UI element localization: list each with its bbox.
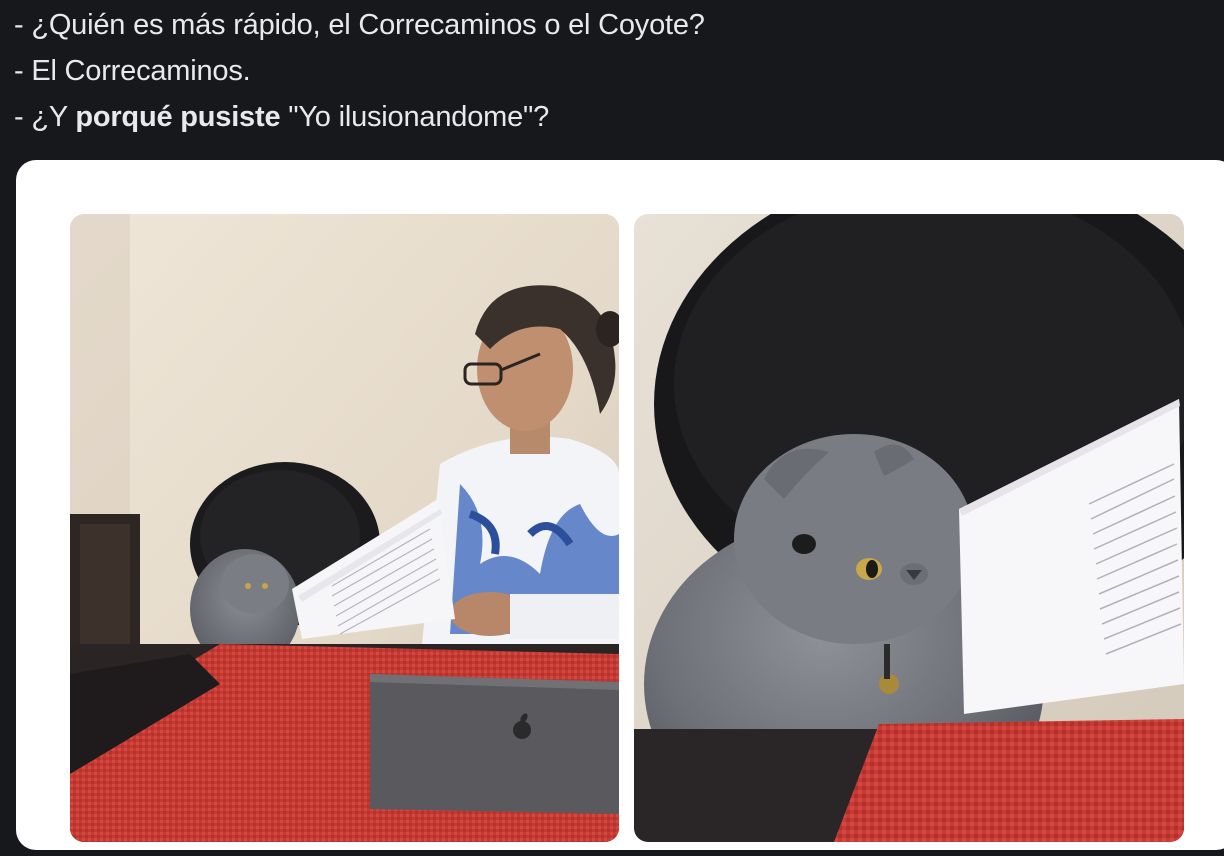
meme-image-left[interactable] [70,214,619,842]
tweet-media-card[interactable] [16,160,1224,850]
meme-image-right[interactable] [634,214,1184,842]
tweet-line-2: - El Correcaminos. [14,55,251,87]
tweet-line-3: - ¿Y porqué pusiste "Yo ilusionandome"? [14,101,550,133]
left-photo [70,214,619,842]
right-photo [634,214,1184,842]
tweet-text: - ¿Quién es más rápido, el Correcaminos … [14,2,705,140]
tweet-line-1: - ¿Quién es más rápido, el Correcaminos … [14,9,705,41]
